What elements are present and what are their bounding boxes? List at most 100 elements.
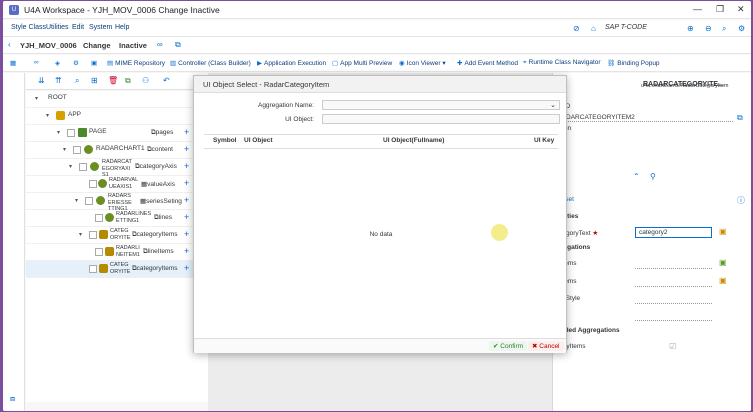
- collapse-up-icon[interactable]: ⌃: [633, 172, 640, 181]
- tree-row-linessetting[interactable]: RADARLINES ETTING1 ⧉lines +: [26, 210, 208, 227]
- collapse-icon[interactable]: ▾: [75, 197, 78, 204]
- tree-row-seriessetting[interactable]: ▾ RADARS ERIESSE TTING1 ▦seriesSeting +: [26, 193, 208, 212]
- binding-popup-button[interactable]: ⛓ Binding Popup: [607, 59, 660, 67]
- col-ui-object[interactable]: UI Object: [244, 134, 273, 148]
- add-child-icon[interactable]: +: [184, 263, 189, 273]
- save-icon[interactable]: ▣: [91, 59, 99, 67]
- menu-bar: Style Class Utilities Edit System Help ⊘…: [3, 20, 751, 37]
- node-checkbox[interactable]: [95, 214, 103, 222]
- node-checkbox[interactable]: [79, 163, 87, 171]
- tcode-input[interactable]: SAP T-CODE: [605, 24, 647, 31]
- add-node-icon[interactable]: ⊞: [91, 76, 98, 85]
- id-value[interactable]: RADARCATEGORYITEM2: [557, 114, 733, 122]
- delete-icon[interactable]: 🗑: [108, 76, 118, 85]
- add-child-icon[interactable]: +: [184, 246, 189, 256]
- item-icon: [105, 247, 114, 256]
- binding-icon[interactable]: ▣: [719, 227, 727, 236]
- tree-row-categoryitem1[interactable]: ▾ CATEG ORYITE ⧉categoryItems +: [26, 227, 208, 244]
- col-ui-key[interactable]: UI Key: [534, 134, 554, 148]
- search-icon[interactable]: ⌕: [722, 24, 726, 34]
- external-link-icon[interactable]: ⧉: [175, 40, 181, 50]
- node-checkbox[interactable]: [89, 265, 97, 273]
- settings-icon[interactable]: ⚙: [738, 24, 745, 33]
- collapse-all-icon[interactable]: ⇈: [55, 76, 62, 85]
- node-checkbox[interactable]: [67, 129, 75, 137]
- add-child-icon[interactable]: +: [184, 229, 189, 239]
- close-icon[interactable]: ✕: [737, 4, 745, 15]
- app-execution-button[interactable]: ▶ Application Execution: [257, 59, 326, 67]
- confirm-button[interactable]: ✔ Confirm: [489, 341, 528, 351]
- add-event-method-button[interactable]: ✚ Add Event Method: [457, 59, 518, 67]
- expand-all-icon[interactable]: ⇊: [38, 76, 45, 85]
- eye-off-icon[interactable]: ⊘: [573, 24, 580, 33]
- node-checkbox[interactable]: [85, 197, 93, 205]
- collapse-icon[interactable]: ▾: [46, 112, 49, 119]
- runtime-class-navigator-button[interactable]: ⌖ Runtime Class Navigator: [523, 59, 601, 67]
- cancel-button[interactable]: ✖ Cancel: [528, 341, 564, 351]
- aggregation-3-field[interactable]: [635, 294, 712, 304]
- add-child-icon[interactable]: +: [184, 195, 189, 205]
- app-multi-preview-button[interactable]: ▢ App Multi Preview: [332, 59, 392, 67]
- find-icon[interactable]: ⌕: [75, 76, 79, 86]
- add-child-icon[interactable]: +: [184, 212, 189, 222]
- pin-icon[interactable]: ⚲: [650, 172, 656, 181]
- maximize-icon[interactable]: ❐: [716, 4, 724, 15]
- menu-system[interactable]: System: [89, 24, 112, 31]
- undo-icon[interactable]: ↶: [163, 76, 170, 85]
- menu-help[interactable]: Help: [115, 24, 129, 31]
- gear-icon[interactable]: ⚙: [73, 59, 81, 67]
- binding-icon[interactable]: ▣: [719, 276, 727, 285]
- menu-style-class[interactable]: Style Class: [11, 24, 46, 31]
- menu-utilities[interactable]: Utilities: [46, 24, 69, 31]
- aggregation-4-field[interactable]: [635, 311, 712, 321]
- aggregation-1-field[interactable]: [635, 259, 712, 269]
- checkbox-icon[interactable]: ☑: [669, 342, 676, 351]
- tree-row-categoryaxis[interactable]: ▾ RADARCAT EGORYAXI S1 ⧉categoryAxis +: [26, 159, 208, 178]
- minimize-icon[interactable]: —: [693, 4, 702, 14]
- tree-row-categoryitem2[interactable]: CATEG ORYITE ⧉categoryItems +: [26, 261, 208, 278]
- zoom-in-icon[interactable]: ⊕: [687, 24, 694, 33]
- collapse-icon[interactable]: ▾: [69, 163, 72, 170]
- add-child-icon[interactable]: +: [184, 127, 189, 137]
- zoom-out-icon[interactable]: ⊖: [705, 24, 712, 33]
- ui-object-input[interactable]: [322, 114, 560, 124]
- binding-icon[interactable]: ▣: [719, 258, 727, 267]
- tree-row-root[interactable]: ▾ ROOT: [26, 91, 208, 108]
- icon-viewer-button[interactable]: ◉ Icon Viewer ▾: [399, 59, 446, 67]
- category-text-input[interactable]: category2: [635, 227, 712, 238]
- collapse-icon[interactable]: ▾: [63, 146, 66, 153]
- shield-icon[interactable]: ◈: [55, 59, 62, 67]
- back-icon[interactable]: ‹: [8, 40, 11, 49]
- add-child-icon[interactable]: +: [184, 161, 189, 171]
- aggregation-name-select[interactable]: ⌄: [322, 100, 560, 110]
- tree-row-lineitem[interactable]: RADARLI NEITEM1 ⧉lineItems +: [26, 244, 208, 261]
- tree-row-valueaxis[interactable]: RADARVAL UEAXIS1 ▦valueAxis +: [26, 176, 208, 193]
- collapse-icon[interactable]: ▾: [35, 95, 38, 102]
- network-icon[interactable]: ⧈: [10, 394, 15, 404]
- link-icon[interactable]: ∞: [34, 59, 41, 66]
- aggregation-2-field[interactable]: [635, 277, 712, 287]
- node-checkbox[interactable]: [89, 231, 97, 239]
- col-symbol[interactable]: Symbol: [213, 134, 236, 148]
- user-icon[interactable]: ⚇: [142, 76, 149, 85]
- collapse-icon[interactable]: ▾: [57, 129, 60, 136]
- node-checkbox[interactable]: [73, 146, 81, 154]
- menu-edit[interactable]: Edit: [72, 24, 84, 31]
- add-child-icon[interactable]: +: [184, 178, 189, 188]
- node-checkbox[interactable]: [89, 180, 97, 188]
- tree-row-radarchart[interactable]: ▾ RADARCHART1 ⧉content +: [26, 142, 208, 159]
- tree-row-page[interactable]: ▾ PAGE ⧉pages +: [26, 125, 208, 142]
- controller-button[interactable]: ▥ Controller (Class Builder): [170, 59, 251, 67]
- layout-icon[interactable]: ▦: [10, 59, 18, 67]
- glasses-icon[interactable]: ∞: [157, 40, 163, 49]
- col-ui-object-fullname[interactable]: UI Object(Fullname): [383, 134, 444, 148]
- mime-repository-button[interactable]: ▤ MIME Repository: [107, 59, 165, 67]
- help-icon[interactable]: ⓘ: [737, 195, 745, 206]
- collapse-icon[interactable]: ▾: [79, 231, 82, 238]
- copy-icon[interactable]: ⧉: [125, 76, 131, 86]
- node-checkbox[interactable]: [95, 248, 103, 256]
- tree-row-app[interactable]: ▾ APP: [26, 108, 208, 125]
- copy-icon[interactable]: ⧉: [737, 113, 743, 123]
- tcode-icon[interactable]: ⌂: [591, 24, 596, 33]
- add-child-icon[interactable]: +: [184, 144, 189, 154]
